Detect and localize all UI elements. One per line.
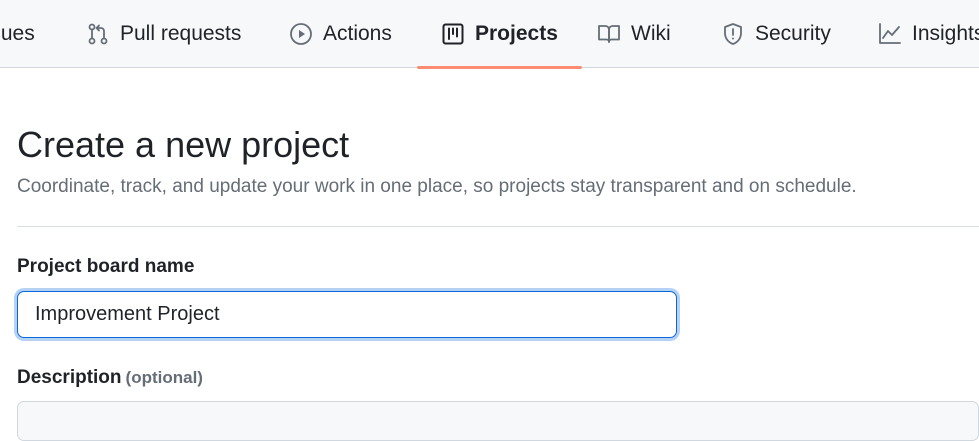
project-name-label-text: Project board name	[17, 256, 195, 277]
tab-label: Pull requests	[120, 22, 242, 45]
divider	[17, 226, 979, 227]
tab-projects[interactable]: Projects	[417, 0, 582, 69]
description-textarea[interactable]	[17, 401, 979, 441]
book-icon	[597, 22, 621, 46]
shield-icon	[721, 22, 745, 46]
description-label-text: Description	[17, 367, 122, 388]
tab-insights[interactable]: Insights	[878, 0, 979, 68]
project-name-label: Project board name	[17, 256, 194, 278]
page-subtitle: Coordinate, track, and update your work …	[17, 176, 857, 197]
selected-tab-underline	[417, 66, 582, 69]
tab-pull-requests[interactable]: Pull requests	[86, 0, 241, 68]
tab-wiki[interactable]: Wiki	[597, 0, 671, 68]
tab-label: Insights	[912, 22, 979, 45]
tab-label: Actions	[323, 22, 392, 45]
tab-label: Wiki	[631, 22, 671, 45]
play-icon	[289, 22, 313, 46]
optional-hint: (optional)	[125, 368, 203, 387]
tab-issues[interactable]: Issues	[0, 0, 35, 68]
tab-security[interactable]: Security	[721, 0, 831, 68]
project-name-input[interactable]	[17, 291, 677, 338]
description-label: Description (optional)	[17, 367, 203, 389]
table-icon	[441, 22, 465, 46]
tab-label: Issues	[0, 22, 35, 45]
tab-label: Security	[755, 22, 831, 45]
tab-actions[interactable]: Actions	[289, 0, 392, 68]
tab-label: Projects	[475, 22, 558, 45]
page-title: Create a new project	[17, 124, 350, 165]
repo-navigation: Issues Pull requests Actions	[0, 0, 979, 69]
graph-icon	[878, 22, 902, 46]
git-pull-request-icon	[86, 22, 110, 46]
